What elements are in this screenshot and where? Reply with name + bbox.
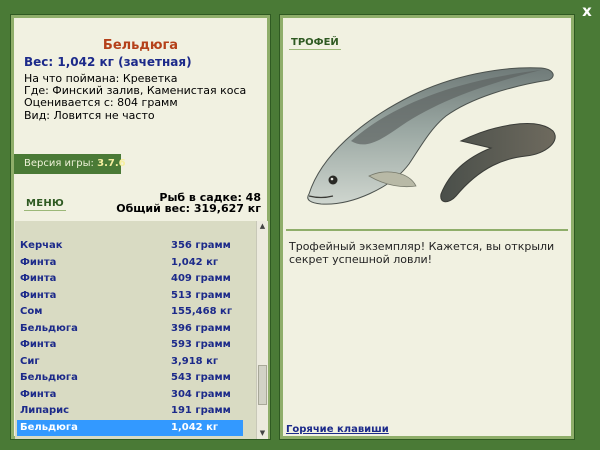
catch-item-weight: 191 грамм (171, 405, 231, 416)
catch-item-name: Финта (20, 388, 57, 400)
fish-name: Бельдюга (102, 38, 179, 53)
catch-item-weight: 1,042 кг (171, 256, 219, 268)
catch-list-item[interactable]: Керчак 356 грамм (17, 238, 243, 254)
catch-item-weight: 3,918 кг (171, 355, 219, 367)
catch-item-weight: 396 грамм (171, 322, 231, 334)
catch-list-item[interactable]: Липарис 191 грамм (17, 403, 243, 419)
catch-item-name: Финта (20, 256, 57, 268)
catch-item-weight: 304 грамм (171, 388, 231, 400)
hotkeys-link[interactable]: Горячие клавиши (286, 424, 389, 435)
catch-list-item[interactable]: Бельдюга 543 грамм (17, 370, 243, 386)
catch-item-weight: 1,042 кг (171, 421, 219, 433)
catch-list-item[interactable]: Бельдюга 1,042 кг (17, 419, 243, 436)
catch-item-name: Сом (20, 306, 43, 317)
catch-item-name: Бельдюга (20, 322, 78, 334)
catch-item-weight: 155,468 кг (171, 306, 233, 317)
catch-list-item[interactable]: Финта 513 грамм (17, 288, 243, 304)
close-button[interactable]: x (578, 2, 596, 20)
catch-list-item[interactable]: Финта 409 грамм (17, 271, 243, 287)
catch-list-item[interactable]: Финта 304 грамм (17, 387, 243, 403)
catch-item-name: Сиг (20, 355, 40, 367)
fish-info-panel: Бельдюга Вес: 1,042 кг (зачетная) На что… (10, 14, 271, 440)
catch-item-name: Бельдюга (20, 421, 78, 433)
catch-item-name: Липарис (20, 405, 70, 416)
trophy-message: Трофейный экземпляр! Кажется, вы открыли… (289, 240, 555, 266)
catch-item-weight: 593 грамм (171, 339, 231, 350)
trophy-panel: ТРОФЕЙ Трофейный экземпляр! Кажется, вы (279, 14, 575, 440)
scroll-thumb[interactable] (258, 364, 267, 405)
catch-list-item[interactable]: Финта 1,042 кг (17, 255, 243, 271)
catch-item-name: Бельдюга (20, 372, 78, 383)
catch-list-item[interactable]: Сиг 3,918 кг (17, 354, 243, 370)
scroll-down-icon[interactable]: ▼ (257, 428, 268, 439)
catch-item-weight: 513 грамм (171, 289, 231, 301)
catch-item-weight: 543 грамм (171, 372, 231, 383)
fish-kind: Вид: Ловится не часто (24, 109, 155, 122)
fish-weight: Вес: 1,042 кг (зачетная) (24, 55, 192, 69)
catch-item-name: Керчак (20, 240, 63, 251)
catch-list: Керчак 356 грамм Финта 1,042 кг Финта 409 гра… (15, 221, 268, 439)
version-value: 3.7.6 (97, 158, 126, 169)
catch-list-item[interactable]: Сом 155,468 кг (17, 304, 243, 320)
catch-item-weight: 356 грамм (171, 240, 231, 251)
fish-worth: Оценивается с: 804 грамм (24, 96, 178, 109)
catch-item-name: Финта (20, 273, 57, 284)
version-label: Версия игры: (24, 158, 94, 169)
eelpout-fish-image (307, 67, 556, 205)
version-badge: Версия игры: 3.7.6 (14, 154, 126, 174)
catch-list-item[interactable]: Финта 593 грамм (17, 337, 243, 353)
menu-button[interactable]: МЕНЮ (23, 198, 67, 211)
catch-total-weight: Общий вес: 319,627 кг (116, 202, 261, 215)
catch-item-weight: 409 грамм (171, 273, 231, 284)
scroll-up-icon[interactable]: ▲ (257, 221, 268, 232)
catch-list-scrollbar[interactable]: ▲ ▼ (256, 221, 268, 439)
catch-item-name: Финта (20, 289, 57, 301)
trophy-divider (286, 229, 568, 231)
catch-list-item[interactable]: Бельдюга 396 грамм (17, 321, 243, 337)
catch-item-name: Финта (20, 339, 57, 350)
